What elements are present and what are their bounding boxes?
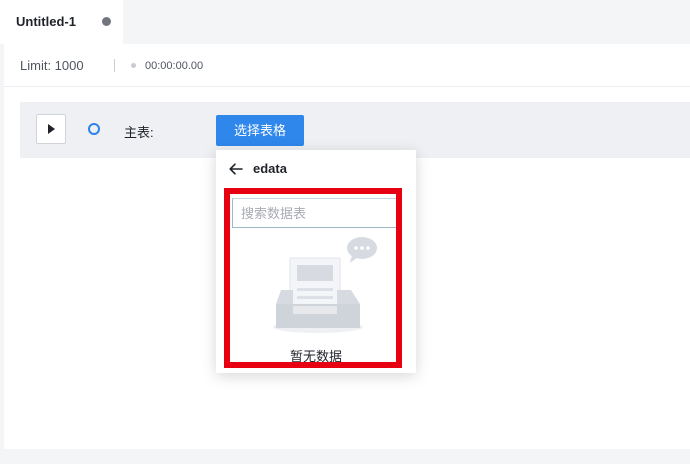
table-select-dropdown: edata 暂无数据 [216,150,416,373]
elapsed-time: 00:00:00.00 [145,60,204,72]
highlight-box [224,188,402,368]
tab-bar: Untitled-1 [0,0,690,44]
tab-title: Untitled-1 [16,14,76,29]
dropdown-header: edata [216,150,416,188]
run-button[interactable] [36,114,66,144]
limit-text: Limit: 1000 [20,58,84,73]
main-table-label: 主表: [124,125,154,140]
circle-icon [88,123,100,135]
unsaved-dot-icon[interactable] [102,17,111,26]
arrow-left-icon[interactable] [228,161,244,177]
database-name: edata [253,161,287,176]
time-dot-icon [131,63,136,68]
play-icon [48,124,55,134]
tab-untitled-1[interactable]: Untitled-1 [0,0,123,44]
status-bar: Limit: 1000 00:00:00.00 [4,44,690,87]
divider [114,59,115,72]
select-table-button[interactable]: 选择表格 [216,115,304,146]
